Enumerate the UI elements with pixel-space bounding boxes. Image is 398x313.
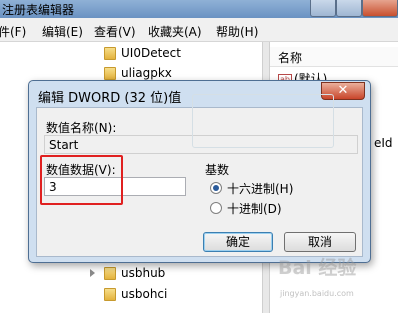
window-title: 注册表编辑器 [2, 3, 75, 17]
menu-edit[interactable]: 编辑(E) [42, 23, 83, 40]
tree-expand-arrow-icon[interactable] [90, 269, 95, 277]
tree-item-label: UI0Detect [121, 46, 181, 60]
watermark-logo: Bai 经验 [278, 257, 357, 279]
folder-icon [104, 67, 116, 80]
column-header-label: 名称 [278, 51, 303, 65]
column-header-name[interactable]: 名称 [270, 47, 398, 67]
annotation-highlight-box [40, 155, 123, 205]
radio-hex-label[interactable]: 十六进制(H) [227, 180, 293, 197]
list-item[interactable]: eId [374, 136, 393, 150]
folder-icon [104, 47, 116, 60]
cancel-button[interactable]: 取消 [284, 232, 356, 252]
base-label: 基数 [203, 161, 232, 178]
tree-item-label: usbohci [121, 287, 168, 301]
minimize-button[interactable] [310, 0, 336, 17]
menu-bar: 件(F) 编辑(E) 查看(V) 收藏夹(A) 帮助(H) [0, 18, 398, 42]
value-name-label: 数值名称(N): [46, 121, 117, 135]
watermark-url: jingyan.baidu.com [280, 289, 354, 298]
maximize-button[interactable] [336, 0, 362, 17]
window-titlebar: 注册表编辑器 [0, 0, 398, 18]
tree-item-label: usbhub [121, 266, 166, 280]
tree-item-label: uliagpkx [121, 66, 172, 80]
radio-hex[interactable] [210, 182, 222, 194]
list-item-label: eId [374, 136, 393, 150]
menu-favorites[interactable]: 收藏夹(A) [148, 23, 202, 40]
menu-file[interactable]: 件(F) [0, 23, 26, 40]
menu-view[interactable]: 查看(V) [94, 23, 136, 40]
ok-button[interactable]: 确定 [203, 232, 273, 252]
folder-icon [104, 288, 116, 301]
dialog-title: 编辑 DWORD (32 位)值 [38, 91, 182, 106]
radio-decimal[interactable] [210, 202, 222, 214]
base-groupbox [192, 94, 334, 148]
window-close-button[interactable] [362, 0, 398, 17]
menu-help[interactable]: 帮助(H) [216, 23, 258, 40]
folder-icon [104, 267, 116, 280]
radio-decimal-label[interactable]: 十进制(D) [227, 200, 282, 217]
